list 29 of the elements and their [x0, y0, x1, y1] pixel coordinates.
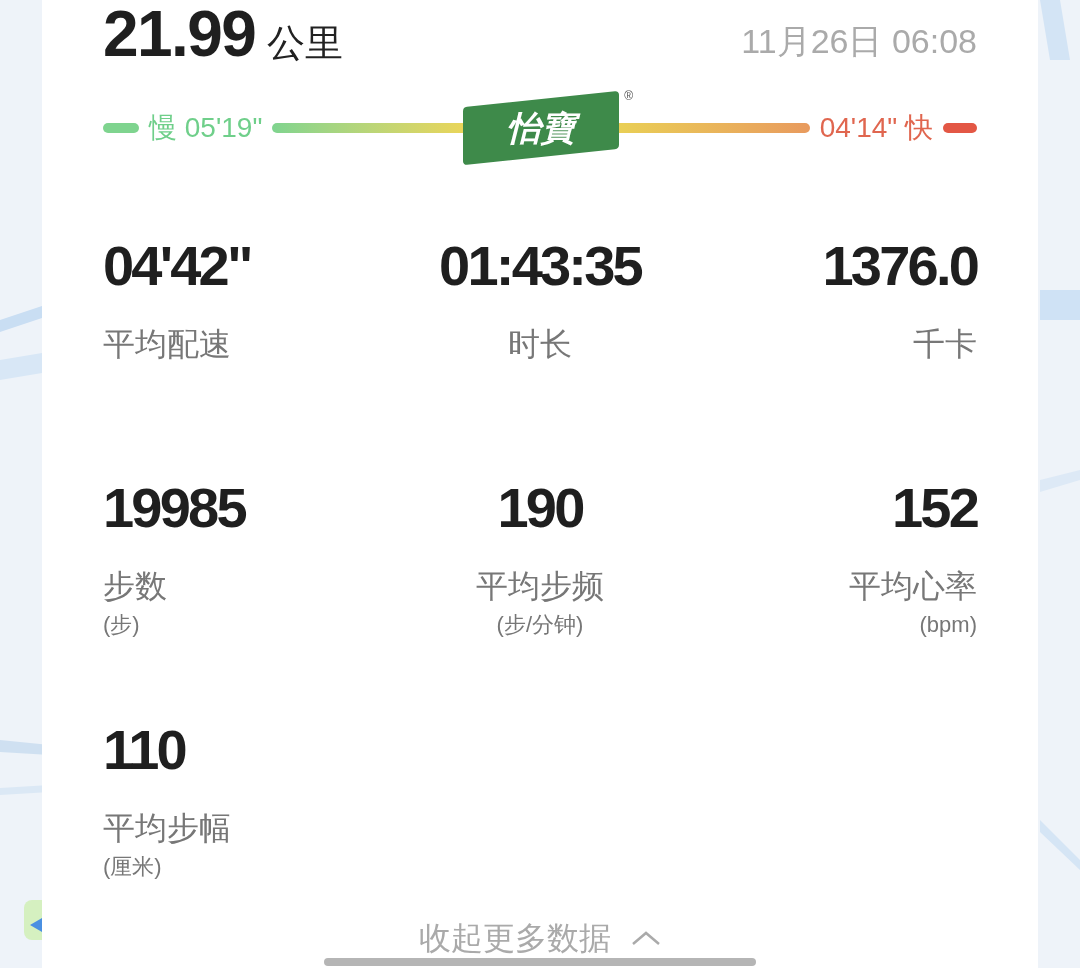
stat-value: 1376.0: [822, 234, 977, 298]
stat-value: 04'42": [103, 234, 251, 298]
stat-label: 平均步频: [476, 567, 604, 606]
stat-label: 千卡: [913, 325, 977, 364]
fast-pace-marker: [943, 123, 977, 133]
stat-value: 19985: [103, 476, 245, 540]
stat-unit: (bpm): [919, 611, 977, 639]
brand-logo: 怡寶: [463, 90, 619, 166]
stat-unit: (步/分钟): [496, 611, 584, 639]
distance-unit: 公里: [267, 24, 344, 62]
stat-unit: (步): [103, 611, 140, 639]
run-datetime: 11月26日 06:08: [741, 24, 977, 58]
stat-label: 平均配速: [103, 325, 231, 364]
collapse-link[interactable]: 收起更多数据: [419, 918, 611, 958]
distance-value: 21.99: [103, 2, 256, 66]
stat-label: 平均心率: [849, 567, 977, 606]
stat-label: 时长: [508, 325, 572, 364]
registered-mark: ®: [624, 88, 633, 105]
chevron-up-icon[interactable]: [631, 930, 661, 946]
stat-value: 190: [497, 476, 583, 540]
slow-pace-label: 慢 05'19": [149, 111, 263, 145]
fast-pace-label: 04'14" 快: [819, 111, 933, 145]
stat-label: 平均步幅: [103, 809, 231, 848]
stat-value: 110: [103, 718, 185, 782]
slow-pace-marker: [103, 123, 139, 133]
stat-value: 152: [891, 476, 977, 540]
stat-value: 01:43:35: [439, 234, 641, 298]
stat-label: 步数: [103, 567, 167, 606]
stat-unit: (厘米): [103, 853, 162, 881]
